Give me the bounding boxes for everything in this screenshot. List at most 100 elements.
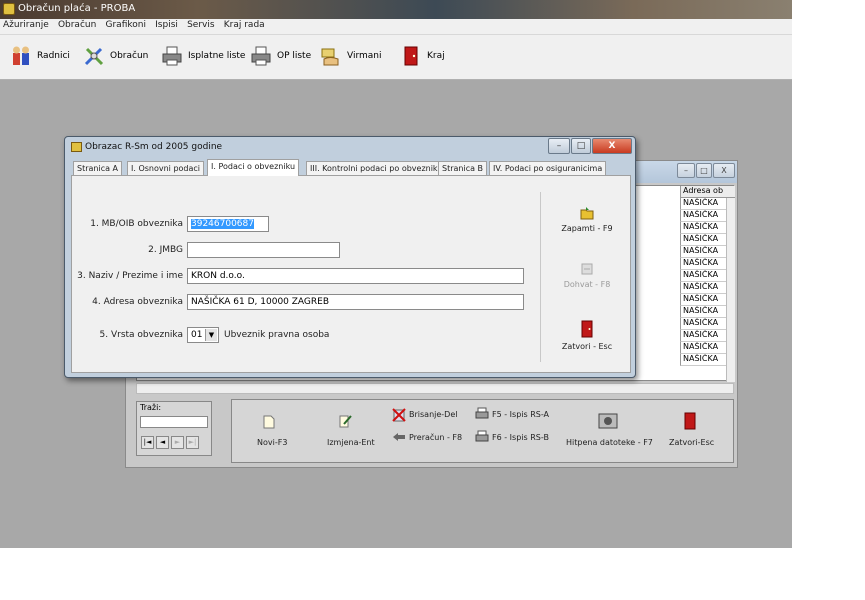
zapamti-button[interactable]: Zapamti - F9 <box>547 206 627 233</box>
dohvat-label: Dohvat - F8 <box>563 280 611 289</box>
adresa-input[interactable]: NAŠIČKA 61 D, 10000 ZAGREB <box>187 294 524 310</box>
search-input[interactable] <box>140 416 208 428</box>
menu-item-ispisi[interactable]: Ispisi <box>152 19 181 30</box>
vertical-scrollbar[interactable] <box>726 198 735 382</box>
grid-cell[interactable]: NAŠIČKA <box>680 198 726 210</box>
mb-oib-label: 1. MB/OIB obveznika <box>90 219 183 229</box>
izmjena-button[interactable]: Izmjena-Ent <box>327 438 375 447</box>
disk-file-icon <box>598 413 618 429</box>
edit-document-icon <box>339 415 352 428</box>
exit-door-icon <box>684 412 696 430</box>
grid-cell[interactable]: NAŠIČKA <box>680 210 726 222</box>
printer-icon <box>475 407 489 419</box>
printer-icon <box>250 45 272 67</box>
menu-bar: Ažuriranje Obračun Grafikoni Ispisi Serv… <box>0 19 792 35</box>
column-header-adresa[interactable]: Adresa ob <box>680 186 735 198</box>
actions-panel: Novi-F3 Izmjena-Ent Brisanje-Del Preraču… <box>231 399 734 463</box>
dohvat-button[interactable]: Dohvat - F8 <box>547 262 627 289</box>
exit-door-icon <box>581 320 593 338</box>
app-titlebar[interactable]: Obračun plaća - PROBA <box>0 0 792 19</box>
virmani-label: Virmani <box>347 51 382 61</box>
menu-item-grafikoni[interactable]: Grafikoni <box>103 19 149 30</box>
grid-cell[interactable]: NAŠIČKA <box>680 306 726 318</box>
chevron-down-icon[interactable]: ▼ <box>205 329 217 341</box>
maximize-icon[interactable]: □ <box>696 163 712 178</box>
tab-panel-podaci-o-obvezniku: 1. MB/OIB obveznika 39246700687 2. JMBG … <box>71 175 631 373</box>
zatvori-dialog-label: Zatvori - Esc <box>561 342 613 351</box>
grid-cell[interactable]: NAŠIČKA <box>680 282 726 294</box>
search-group: Traži: |◄ ◄ ► ►| <box>136 401 212 456</box>
menu-item-kraj-rada[interactable]: Kraj rada <box>221 19 268 30</box>
tab-stranica-b[interactable]: Stranica B <box>438 161 488 175</box>
close-icon[interactable]: X <box>713 163 735 178</box>
printer-icon <box>161 45 183 67</box>
preracun-button[interactable]: Preračun - F8 <box>409 433 462 442</box>
prev-record-button[interactable]: ◄ <box>156 436 169 449</box>
close-icon[interactable]: X <box>592 138 632 154</box>
horizontal-scrollbar[interactable] <box>136 383 734 394</box>
first-record-button[interactable]: |◄ <box>141 436 154 449</box>
grid-cell[interactable]: NAŠIČKA <box>680 234 726 246</box>
next-record-button[interactable]: ► <box>171 436 184 449</box>
naziv-input[interactable]: KRON d.o.o. <box>187 268 524 284</box>
grid-cell[interactable]: NAŠIČKA <box>680 294 726 306</box>
menu-item-obracun[interactable]: Obračun <box>55 19 99 30</box>
vrsta-select[interactable]: 01 ▼ <box>187 327 219 343</box>
grid-cell[interactable]: NAŠIČKA <box>680 222 726 234</box>
tab-kontrolni-podaci[interactable]: III. Kontrolni podaci po obvezniku <box>306 161 447 175</box>
grid-cell[interactable]: NAŠIČKA <box>680 342 726 354</box>
radnici-button[interactable]: Radnici <box>10 43 70 69</box>
mb-oib-input[interactable]: 39246700687 <box>187 216 269 232</box>
op-liste-label: OP liste <box>277 51 312 61</box>
menu-item-servis[interactable]: Servis <box>184 19 217 30</box>
grid-cell[interactable]: NAŠIČKA <box>680 258 726 270</box>
radnici-label: Radnici <box>37 51 70 61</box>
f5-ispis-rs-a-button[interactable]: F5 - Ispis RS-A <box>492 410 549 419</box>
minimize-icon[interactable]: – <box>548 138 570 154</box>
isplatne-liste-label: Isplatne liste <box>188 51 246 61</box>
tab-podaci-o-obvezniku[interactable]: I. Podaci o obvezniku <box>207 159 300 176</box>
app-icon <box>3 3 15 15</box>
naziv-label: 3. Naziv / Prezime i ime <box>77 271 183 281</box>
grid-cell[interactable]: NAŠIČKA <box>680 318 726 330</box>
brisanje-button[interactable]: Brisanje-Del <box>409 410 457 419</box>
fetch-icon <box>581 263 593 275</box>
op-liste-button[interactable]: OP liste <box>250 43 311 69</box>
jmbg-label: 2. JMBG <box>148 245 183 255</box>
novi-button[interactable]: Novi-F3 <box>257 438 287 447</box>
minimize-icon[interactable]: – <box>677 163 695 178</box>
maximize-icon[interactable]: □ <box>571 138 591 154</box>
vrsta-label: 5. Vrsta obveznika <box>99 330 183 340</box>
workers-icon <box>10 45 32 67</box>
adresa-label: 4. Adresa obveznika <box>92 297 183 307</box>
exit-door-icon <box>400 45 422 67</box>
isplatne-liste-button[interactable]: Isplatne liste <box>161 43 245 69</box>
kraj-button[interactable]: Kraj <box>400 43 445 69</box>
calculation-tools-icon <box>83 45 105 67</box>
recalculate-icon <box>393 433 405 441</box>
tab-podaci-po-osiguranicima[interactable]: IV. Podaci po osiguranicima <box>489 161 607 175</box>
obracun-button[interactable]: Obračun <box>83 43 148 69</box>
hitna-datoteka-button[interactable]: Hitpena datoteke - F7 <box>566 438 653 447</box>
dialog-title: Obrazac R-Sm od 2005 godine <box>85 142 223 152</box>
tab-osnovni-podaci[interactable]: I. Osnovni podaci <box>127 161 205 175</box>
grid-cell[interactable]: NAŠIČKA <box>680 270 726 282</box>
vrsta-description: Ubveznik pravna osoba <box>224 330 330 340</box>
dialog-titlebar[interactable]: Obrazac R-Sm od 2005 godine – □ X <box>65 137 635 157</box>
grid-cell[interactable]: NAŠIČKA <box>680 246 726 258</box>
main-application-window: Obračun plaća - PROBA Ažuriranje Obračun… <box>0 0 792 548</box>
mb-oib-value: 39246700687 <box>191 219 254 229</box>
f6-ispis-rs-b-button[interactable]: F6 - Ispis RS-B <box>492 433 549 442</box>
virmani-button[interactable]: Virmani <box>320 43 382 69</box>
jmbg-input[interactable] <box>187 242 340 258</box>
tab-stranica-a[interactable]: Stranica A <box>73 161 123 175</box>
last-record-button[interactable]: ►| <box>186 436 199 449</box>
grid-cell[interactable]: NAŠIČKA <box>680 354 726 366</box>
grid-cell[interactable]: NAŠIČKA <box>680 330 726 342</box>
menu-item-azuriranje[interactable]: Ažuriranje <box>0 19 52 30</box>
zatvori-button[interactable]: Zatvori-Esc <box>669 438 714 447</box>
panel-divider <box>540 192 541 362</box>
zatvori-dialog-button[interactable]: Zatvori - Esc <box>547 320 627 351</box>
bottom-action-bar: Traži: |◄ ◄ ► ►| Novi-F3 Izmjena-Ent Bri… <box>126 397 737 467</box>
printer-icon <box>475 430 489 442</box>
